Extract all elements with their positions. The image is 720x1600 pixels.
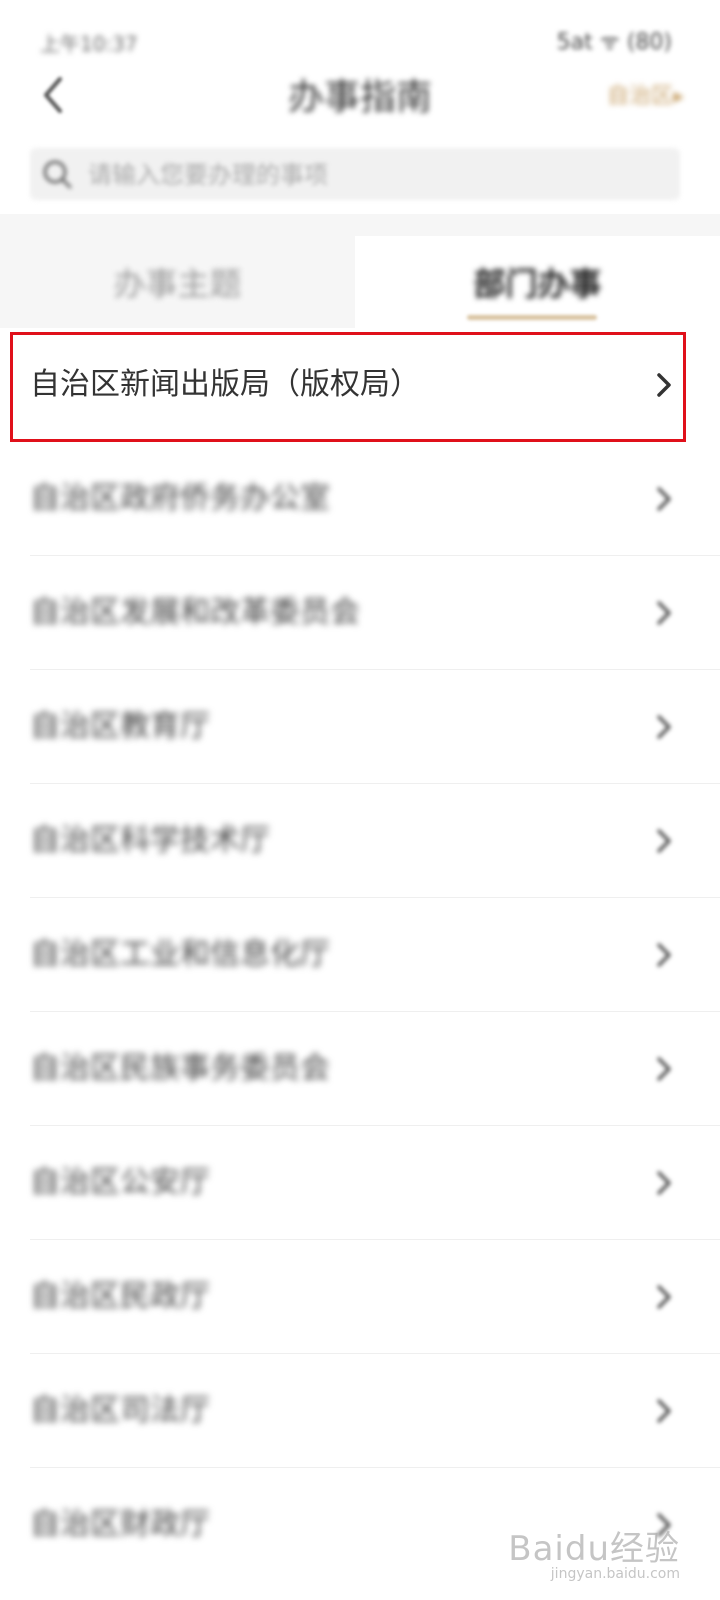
chevron-right-icon — [657, 487, 671, 511]
tab-topics[interactable]: 办事主题 — [0, 236, 355, 328]
list-item[interactable]: 自治区民族事务委员会 — [0, 1012, 720, 1126]
status-time: 上午10:37 — [40, 32, 138, 56]
list-item[interactable]: 自治区工业和信息化厅 — [0, 898, 720, 1012]
location-label: 自治区 — [606, 84, 673, 109]
chevron-right-icon — [657, 1057, 671, 1081]
highlight-box — [10, 332, 686, 442]
list-item-label: 自治区民政厅 — [30, 1279, 210, 1314]
list-item[interactable]: 自治区科学技术厅 — [0, 784, 720, 898]
section-divider — [0, 214, 720, 236]
caret-right-icon: ▸ — [672, 84, 684, 109]
chevron-right-icon — [657, 1171, 671, 1195]
list-item[interactable]: 自治区公安厅 — [0, 1126, 720, 1240]
tab-departments[interactable]: 部门办事 — [355, 236, 720, 328]
tab-label: 办事主题 — [113, 265, 242, 303]
search-bar[interactable] — [30, 148, 680, 202]
search-input[interactable] — [86, 148, 650, 202]
list-item-label: 自治区财政厅 — [30, 1507, 210, 1542]
search-icon — [43, 160, 72, 189]
chevron-right-icon — [657, 1399, 671, 1423]
list-item-label: 自治区科学技术厅 — [30, 823, 270, 858]
tab-bar: 办事主题 部门办事 — [0, 236, 720, 328]
list-item-label: 自治区民族事务委员会 — [30, 1051, 330, 1086]
department-list: 自治区新闻出版局（版权局） 自治区政府侨务办公室 自治区发展和改革委员会 自治区… — [0, 328, 720, 1582]
list-item-label: 自治区政府侨务办公室 — [30, 481, 330, 516]
status-icons: 5at ᯤ (80) — [556, 30, 672, 55]
list-item[interactable]: 自治区政府侨务办公室 — [0, 442, 720, 556]
active-tab-indicator — [467, 315, 597, 320]
list-item-label: 自治区公安厅 — [30, 1165, 210, 1200]
chevron-right-icon — [657, 943, 671, 967]
tab-label: 部门办事 — [473, 265, 602, 303]
list-item[interactable]: 自治区民政厅 — [0, 1240, 720, 1354]
watermark: Baidu经验 jingyan.baidu.com — [508, 1521, 680, 1582]
list-item[interactable]: 自治区教育厅 — [0, 670, 720, 784]
list-item[interactable]: 自治区发展和改革委员会 — [0, 556, 720, 670]
chevron-right-icon — [657, 829, 671, 853]
watermark-logo: Baidu经验 — [508, 1529, 680, 1569]
chevron-right-icon — [657, 715, 671, 739]
nav-bar: 办事指南 自治区▸ — [0, 60, 720, 130]
chevron-right-icon — [657, 1285, 671, 1309]
list-item-label: 自治区司法厅 — [30, 1393, 210, 1428]
list-item[interactable]: 自治区司法厅 — [0, 1354, 720, 1468]
list-item-label: 自治区发展和改革委员会 — [30, 595, 360, 630]
list-item[interactable]: 自治区新闻出版局（版权局） — [0, 328, 720, 442]
chevron-right-icon — [657, 601, 671, 625]
list-item-label: 自治区工业和信息化厅 — [30, 937, 330, 972]
location-selector[interactable]: 自治区▸ — [607, 78, 684, 110]
list-item-label: 自治区教育厅 — [30, 709, 210, 744]
